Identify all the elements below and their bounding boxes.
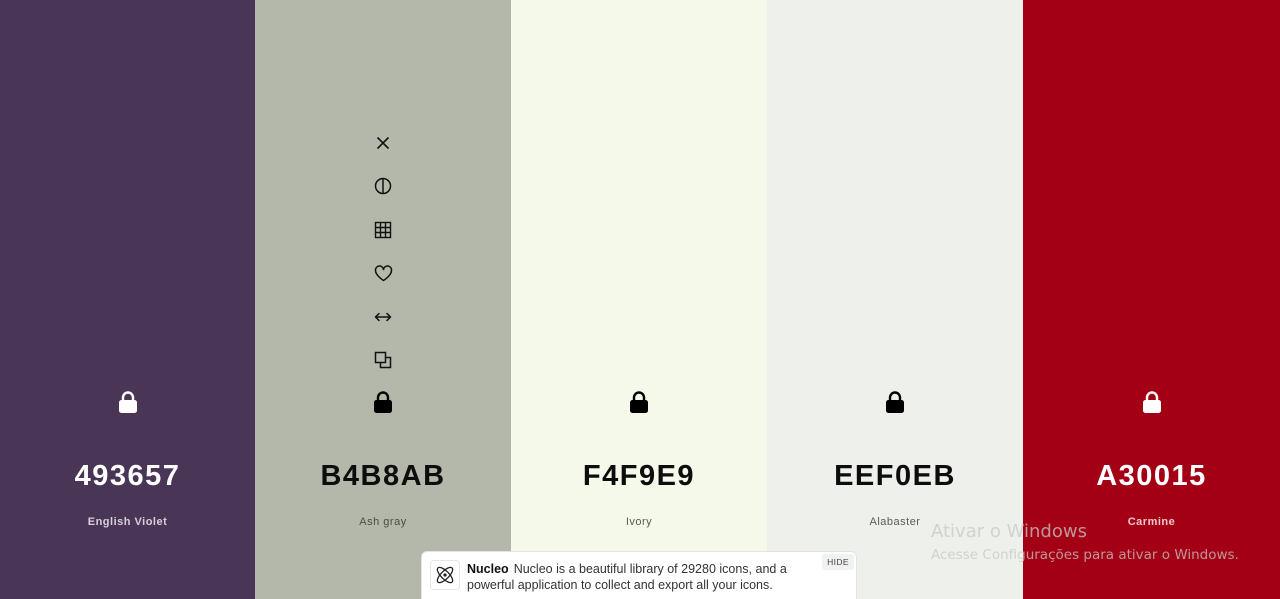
lock-icon[interactable] [627, 390, 651, 414]
copy-icon[interactable] [371, 348, 395, 372]
hex-code[interactable]: F4F9E9 [511, 460, 767, 493]
swatch-carmine[interactable]: A30015 Carmine [1023, 0, 1280, 599]
swatch-english-violet[interactable]: 493657 English Violet [0, 0, 255, 599]
lock-icon[interactable] [116, 390, 140, 414]
grid-icon[interactable] [371, 218, 395, 242]
lock-icon[interactable] [371, 390, 395, 414]
lock-icon[interactable] [1140, 390, 1164, 414]
color-name[interactable]: Ash gray [255, 516, 511, 528]
color-name[interactable]: Ivory [511, 516, 767, 528]
arrows-horizontal-icon[interactable] [371, 305, 395, 329]
color-name[interactable]: Carmine [1023, 516, 1280, 528]
swatch-ivory[interactable]: F4F9E9 Ivory [511, 0, 767, 599]
atom-icon [430, 560, 460, 590]
color-name[interactable]: Alabaster [767, 516, 1023, 528]
ad-brand[interactable]: Nucleo [467, 562, 509, 576]
hex-code[interactable]: B4B8AB [255, 460, 511, 493]
heart-icon[interactable] [371, 261, 395, 285]
ad-banner[interactable]: Nucleo Nucleo is a beautiful library of 2… [421, 551, 857, 599]
hide-button[interactable]: HIDE [822, 554, 854, 570]
palette: 493657 English Violet B4B8AB Ash gray F4… [0, 0, 1280, 599]
close-icon[interactable] [371, 131, 395, 155]
hex-code[interactable]: A30015 [1023, 460, 1280, 493]
swatch-alabaster[interactable]: EEF0EB Alabaster [767, 0, 1023, 599]
lock-icon[interactable] [883, 390, 907, 414]
ad-text[interactable]: Nucleo Nucleo is a beautiful library of 2… [467, 561, 807, 593]
hex-code[interactable]: EEF0EB [767, 460, 1023, 493]
color-name[interactable]: English Violet [0, 516, 255, 528]
ad-description[interactable]: Nucleo is a beautiful library of 29280 i… [467, 562, 787, 592]
swatch-tools [255, 131, 511, 391]
swatch-ash-gray[interactable]: B4B8AB Ash gray [255, 0, 511, 599]
contrast-icon[interactable] [371, 174, 395, 198]
hex-code[interactable]: 493657 [0, 460, 255, 493]
